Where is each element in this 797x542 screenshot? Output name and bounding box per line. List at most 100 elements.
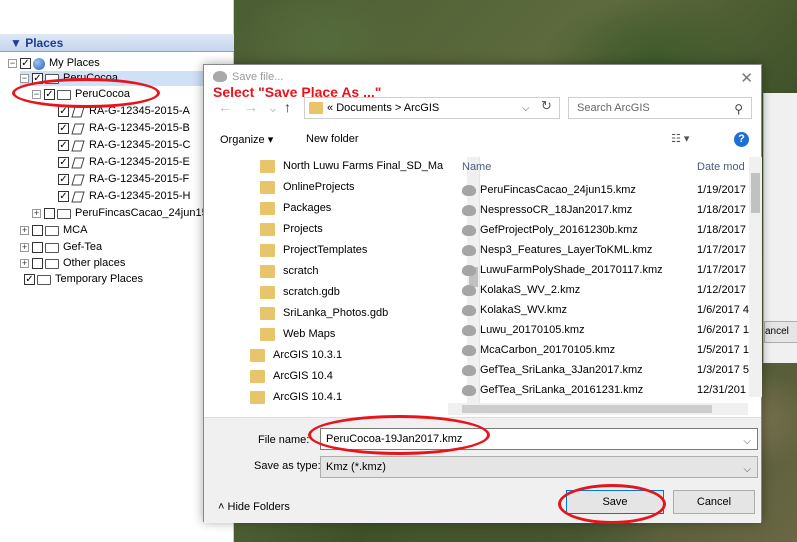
tree-item-polygon[interactable]: ✓ RA-G-12345-2015-B	[58, 121, 190, 136]
chevron-down-icon[interactable]: ⌵	[743, 432, 751, 452]
nav-item-label: Packages	[283, 202, 332, 214]
checkbox[interactable]: ✓	[58, 140, 69, 151]
annotation-ring-save	[558, 484, 666, 524]
nav-item-folder[interactable]: Packages	[260, 199, 331, 217]
folder-icon	[260, 180, 275, 194]
breadcrumb-arcgis[interactable]: ArcGIS	[404, 102, 439, 114]
view-options-icon[interactable]: ☷ ▾	[671, 132, 689, 145]
nav-item-folder[interactable]: Web Maps	[260, 325, 335, 343]
nav-item-folder[interactable]: ArcGIS 10.4	[250, 367, 333, 385]
horizontal-scrollbar[interactable]	[448, 403, 748, 415]
close-button[interactable]: ✕	[740, 67, 753, 91]
chevron-up-icon: ˄	[218, 501, 225, 513]
nav-item-folder[interactable]: North Luwu Farms Final_SD_Ma	[260, 157, 443, 175]
column-header-name[interactable]: Name	[462, 161, 491, 173]
up-button[interactable]: ↑	[284, 99, 291, 115]
organize-menu[interactable]: Organize ▾	[220, 133, 273, 146]
nav-item-folder[interactable]: ArcGIS 10.4.1	[250, 388, 342, 406]
column-header-date[interactable]: Date mod	[697, 161, 745, 173]
tree-item-polygon[interactable]: ✓ RA-G-12345-2015-E	[58, 155, 190, 170]
save-as-type-select[interactable]: Kmz (*.kmz) ⌵	[320, 456, 758, 478]
cancel-button[interactable]: Cancel	[673, 490, 755, 514]
folder-icon	[37, 274, 51, 285]
nav-item-folder[interactable]: SriLanka_Photos.gdb	[260, 304, 388, 322]
polygon-icon	[71, 140, 85, 151]
checkbox[interactable]	[44, 208, 55, 219]
file-row[interactable]: GefProjectPoly_20161230b.kmz 1/18/2017	[462, 221, 762, 239]
nav-item-folder[interactable]: ProjectTemplates	[260, 241, 367, 259]
checkbox[interactable]: ✓	[24, 274, 35, 285]
nav-item-folder[interactable]: OnlineProjects	[260, 178, 355, 196]
tree-item-other-places[interactable]: + Other places	[20, 256, 125, 271]
expand-icon[interactable]: +	[20, 226, 29, 235]
file-row[interactable]: NespressoCR_18Jan2017.kmz 1/18/2017	[462, 201, 762, 219]
chevron-down-icon[interactable]: ⌵	[743, 460, 751, 480]
cancel-stub-button[interactable]: ancel	[764, 321, 797, 343]
scroll-thumb[interactable]	[462, 405, 712, 413]
tree-item-my-places[interactable]: − ✓ My Places	[8, 56, 100, 71]
tree-item-temporary-places[interactable]: ✓ Temporary Places	[24, 272, 143, 287]
file-name: GefProjectPoly_20161230b.kmz	[480, 224, 638, 236]
help-icon[interactable]: ?	[734, 132, 749, 147]
checkbox[interactable]: ✓	[58, 174, 69, 185]
nav-item-folder[interactable]: Projects	[260, 220, 323, 238]
search-placeholder: Search ArcGIS	[577, 102, 650, 114]
nav-item-folder[interactable]: scratch.gdb	[260, 283, 340, 301]
tree-item-gef-tea[interactable]: + Gef-Tea	[20, 240, 102, 255]
checkbox[interactable]	[32, 242, 43, 253]
refresh-icon[interactable]: ↻	[541, 98, 552, 114]
file-row[interactable]: PeruFincasCacao_24jun15.kmz 1/19/2017	[462, 181, 762, 199]
file-list-scrollbar[interactable]	[749, 157, 762, 397]
nav-item-label: Web Maps	[283, 328, 336, 340]
checkbox[interactable]	[32, 225, 43, 236]
tree-item-mca[interactable]: + MCA	[20, 223, 87, 238]
file-row[interactable]: Luwu_20170105.kmz 1/6/2017 1	[462, 321, 762, 339]
file-row[interactable]: KolakaS_WV.kmz 1/6/2017 4	[462, 301, 762, 319]
checkbox[interactable]	[32, 258, 43, 269]
checkbox[interactable]: ✓	[20, 58, 31, 69]
expand-icon[interactable]: +	[32, 209, 41, 218]
kmz-file-icon	[462, 225, 476, 236]
breadcrumb-separator: >	[394, 102, 402, 114]
nav-item-folder[interactable]: scratch	[260, 262, 318, 280]
tree-item-polygon[interactable]: ✓ RA-G-12345-2015-H	[58, 189, 191, 204]
folder-icon	[260, 306, 275, 320]
tree-item-label: MCA	[63, 224, 88, 236]
tree-item-label: My Places	[49, 57, 100, 69]
checkbox[interactable]: ✓	[58, 191, 69, 202]
kmz-file-icon	[462, 205, 476, 216]
tree-item-perufincascacao[interactable]: + PeruFincasCacao_24jun15	[32, 206, 208, 221]
kmz-file-icon	[462, 325, 476, 336]
nav-item-folder[interactable]: ArcGIS 10.3.1	[250, 346, 342, 364]
forward-button[interactable]: →	[244, 99, 258, 115]
file-row[interactable]: GefTea_SriLanka_20161231.kmz 12/31/201	[462, 381, 762, 399]
earth-icon	[213, 71, 227, 82]
tree-item-polygon[interactable]: ✓ RA-G-12345-2015-C	[58, 138, 191, 153]
collapse-icon[interactable]: −	[8, 59, 17, 68]
recent-dropdown-icon[interactable]: ⌄	[267, 99, 279, 116]
places-header[interactable]: ▼ Places	[0, 34, 234, 52]
checkbox[interactable]: ✓	[58, 106, 69, 117]
file-row[interactable]: McaCarbon_20170105.kmz 1/5/2017 1	[462, 341, 762, 359]
file-row[interactable]: KolakaS_WV_2.kmz 1/12/2017	[462, 281, 762, 299]
hide-folders-toggle[interactable]: ˄ Hide Folders	[218, 501, 290, 513]
tree-item-polygon[interactable]: ✓ RA-G-12345-2015-F	[58, 172, 189, 187]
expand-icon[interactable]: +	[20, 243, 29, 252]
expand-icon[interactable]: +	[20, 259, 29, 268]
back-button[interactable]: ←	[218, 99, 232, 115]
checkbox[interactable]: ✓	[58, 123, 69, 134]
collapse-icon[interactable]: −	[20, 74, 29, 83]
file-row[interactable]: LuwuFarmPolyShade_20170117.kmz 1/17/2017	[462, 261, 762, 279]
save-as-type-label: Save as type:	[254, 460, 321, 472]
file-row[interactable]: Nesp3_Features_LayerToKML.kmz 1/17/2017	[462, 241, 762, 259]
polygon-icon	[71, 157, 85, 168]
breadcrumb-documents[interactable]: Documents	[336, 102, 392, 114]
file-row[interactable]: GefTea_SriLanka_3Jan2017.kmz 1/3/2017 5	[462, 361, 762, 379]
new-folder-button[interactable]: New folder	[306, 133, 359, 145]
kmz-file-icon	[462, 285, 476, 296]
polygon-icon	[71, 191, 85, 202]
scroll-thumb[interactable]	[751, 173, 760, 213]
chevron-down-icon[interactable]: ⌵	[522, 103, 530, 114]
checkbox[interactable]: ✓	[58, 157, 69, 168]
search-input[interactable]: Search ArcGIS ⚲	[568, 97, 752, 119]
